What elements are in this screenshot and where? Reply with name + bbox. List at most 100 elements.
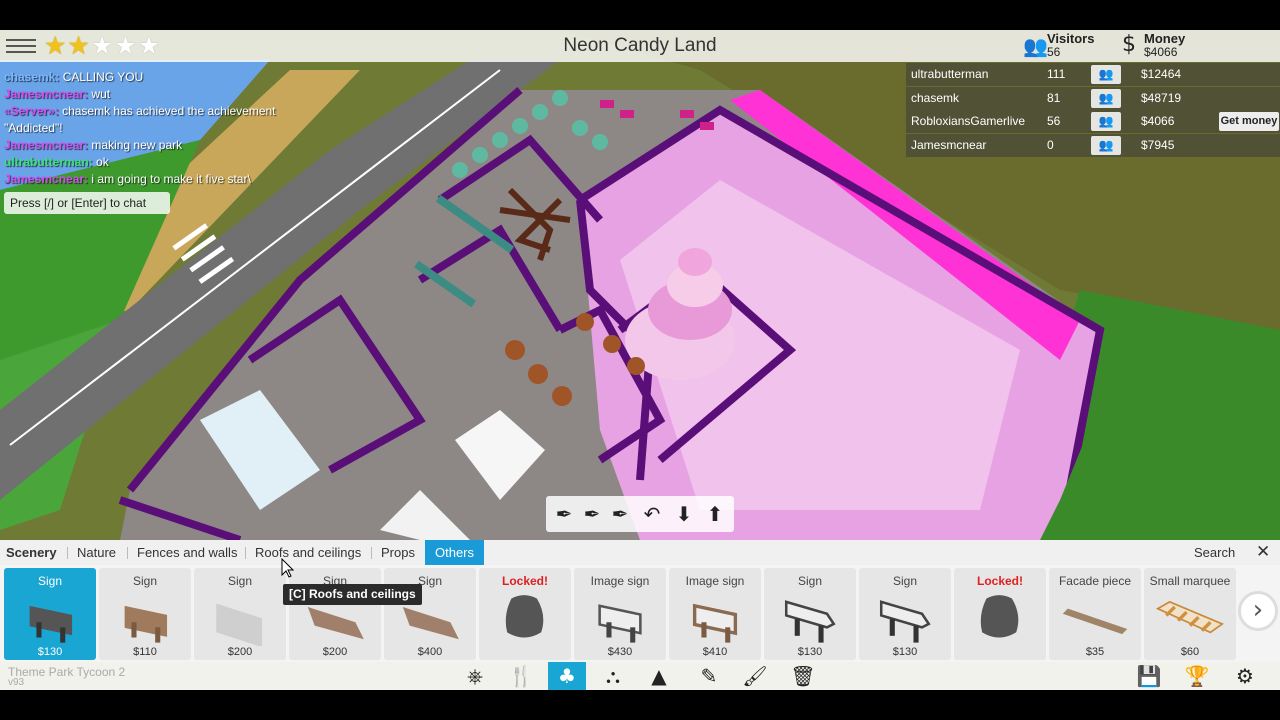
item-price: $130 bbox=[892, 646, 918, 658]
search-button[interactable]: Search bbox=[1194, 540, 1235, 565]
item-title: Sign bbox=[132, 574, 158, 588]
item-price: $130 bbox=[37, 646, 63, 658]
item-tile[interactable]: Sign $130 bbox=[764, 568, 856, 660]
player-name: Jamesmcnear bbox=[911, 137, 987, 152]
dollar-icon: $ bbox=[1122, 32, 1136, 57]
tent-icon[interactable]: ▲ bbox=[640, 662, 678, 690]
item-tile[interactable]: Sign $110 bbox=[99, 568, 191, 660]
player-name: ultrabutterman bbox=[911, 67, 989, 81]
top-bar: ★★★★★ Neon Candy Land 👥 Visitors 56 $ Mo… bbox=[0, 30, 1280, 62]
chat-text: CALLING YOU bbox=[62, 70, 144, 84]
sign-flat-thumbnail-icon bbox=[216, 603, 263, 646]
item-tile[interactable]: Sign $130 bbox=[859, 568, 951, 660]
item-tile[interactable]: Image sign $430 bbox=[574, 568, 666, 660]
chat-input-hint[interactable]: Press [/] or [Enter] to chat bbox=[4, 192, 170, 214]
item-title: Small marquee bbox=[1149, 574, 1231, 588]
bottom-toolbar: Theme Park Tycoon 2 v93 ⎈ 🍴 ♣ ⛬ ▲ ✎ 🖌 🗑 … bbox=[0, 662, 1280, 690]
chat-text: i am going to make it five star\ bbox=[91, 172, 251, 186]
item-price: $110 bbox=[133, 646, 157, 658]
player-money: $12464 bbox=[1141, 67, 1182, 81]
tab-scenery[interactable]: Scenery bbox=[6, 540, 57, 565]
food-icon[interactable]: 🍴 bbox=[502, 662, 540, 690]
item-tile[interactable]: Small marquee $60 bbox=[1144, 568, 1236, 660]
tab-props[interactable]: Props bbox=[381, 540, 415, 565]
player-level: 0 bbox=[1047, 137, 1054, 152]
tab-fences-and-walls[interactable]: Fences and walls bbox=[137, 540, 237, 565]
visitors-icon: 👥 bbox=[1023, 34, 1048, 58]
chat-text: ok bbox=[96, 155, 109, 169]
chat-log: chasemk: CALLING YOU Jamesmcnear: wut «Ser… bbox=[4, 69, 304, 188]
place-row-icon[interactable]: ✒ bbox=[606, 499, 634, 529]
item-price: $35 bbox=[1085, 646, 1105, 658]
eyedropper-icon[interactable]: ✎ bbox=[690, 662, 728, 690]
sign-arrow-thumbnail-icon bbox=[879, 600, 931, 643]
friend-icon[interactable]: 👥 bbox=[1091, 65, 1121, 84]
player-name: chasemk bbox=[911, 90, 960, 105]
item-title: Sign bbox=[797, 574, 823, 588]
item-tile[interactable]: Facade piece $35 bbox=[1049, 568, 1141, 660]
ferris-wheel-icon[interactable]: ⎈ bbox=[456, 662, 494, 690]
locked-item-tile[interactable]: Locked! bbox=[954, 568, 1046, 660]
undo-icon[interactable]: ↶ bbox=[638, 499, 666, 529]
chat-message: "Addicted"! bbox=[4, 120, 304, 137]
friend-icon[interactable]: 👥 bbox=[1091, 135, 1121, 155]
visitors-label: Visitors bbox=[1047, 31, 1095, 46]
trash-icon[interactable]: 🗑 bbox=[784, 662, 822, 690]
player-row[interactable]: chasemk 81 👥 $48719 bbox=[906, 86, 1280, 110]
chat-message: «Server»: chasemk has achieved the achie… bbox=[4, 103, 304, 120]
box-down-icon[interactable]: ⬇ bbox=[670, 499, 698, 529]
player-row[interactable]: Jamesmcnear 0 👥 $7945 bbox=[906, 133, 1280, 157]
placement-toolbar: ✒ ✒ ✒ ↶ ⬇ ⬆ bbox=[546, 496, 734, 532]
image-sign-thumbnail-icon bbox=[598, 604, 642, 643]
item-price: $130 bbox=[797, 646, 823, 658]
game-name: Theme Park Tycoon 2 bbox=[8, 665, 126, 679]
item-price: $430 bbox=[607, 646, 633, 658]
mouse-cursor-icon bbox=[281, 558, 295, 578]
box-up-icon[interactable]: ⬆ bbox=[701, 499, 729, 529]
item-tile[interactable]: Sign $130 bbox=[4, 568, 96, 660]
tab-divider bbox=[371, 547, 372, 559]
chat-sender: chasemk: bbox=[4, 70, 60, 84]
item-title: Image sign bbox=[685, 574, 745, 588]
money-label: Money bbox=[1144, 31, 1186, 46]
tab-nature[interactable]: Nature bbox=[77, 540, 116, 565]
category-tabs: Scenery Nature Fences and walls Roofs an… bbox=[0, 540, 1280, 565]
item-price: $400 bbox=[417, 646, 443, 658]
item-title: Image sign bbox=[590, 574, 650, 588]
item-tile[interactable]: Sign $200 bbox=[194, 568, 286, 660]
chat-sender: Jamesmcnear: bbox=[4, 138, 89, 152]
player-level: 56 bbox=[1047, 114, 1061, 128]
player-money: $7945 bbox=[1141, 137, 1175, 152]
place-multi-icon[interactable]: ✒ bbox=[578, 499, 606, 529]
tab-others[interactable]: Others bbox=[425, 540, 484, 565]
player-row[interactable]: RobloxiansGamerlive 56 👥 $4066 Get money bbox=[906, 110, 1280, 133]
place-single-icon[interactable]: ✒ bbox=[550, 499, 578, 529]
close-icon[interactable]: ✕ bbox=[1256, 541, 1270, 564]
save-icon[interactable]: 💾 bbox=[1130, 662, 1168, 690]
friend-icon[interactable]: 👥 bbox=[1091, 112, 1121, 131]
trophy-icon[interactable]: 🏆 bbox=[1178, 662, 1216, 690]
next-page-arrow-icon[interactable]: › bbox=[1238, 591, 1278, 631]
locked-item-tile[interactable]: Locked! bbox=[479, 568, 571, 660]
chat-message: chasemk: CALLING YOU bbox=[4, 69, 304, 86]
gear-icon[interactable]: ⚙ bbox=[1226, 662, 1264, 690]
friend-icon[interactable]: 👥 bbox=[1091, 88, 1121, 108]
chat-text: wut bbox=[91, 87, 111, 101]
player-money: $48719 bbox=[1141, 90, 1182, 105]
chat-sender: ultrabutterman: bbox=[4, 155, 93, 169]
player-money: $4066 bbox=[1141, 114, 1175, 128]
paintbrush-icon[interactable]: 🖌 bbox=[736, 662, 774, 690]
get-money-button[interactable]: Get money bbox=[1219, 112, 1279, 131]
item-tile[interactable]: Image sign $410 bbox=[669, 568, 761, 660]
player-list: ultrabutterman 111 👥 $12464 chasemk 81 👥 $48719… bbox=[906, 63, 1280, 157]
image-sign-wood-thumbnail-icon bbox=[692, 603, 738, 643]
item-tile[interactable]: Sign $400 bbox=[384, 568, 476, 660]
tab-divider bbox=[127, 547, 128, 559]
player-level: 111 bbox=[1047, 67, 1066, 81]
path-icon[interactable]: ⛬ bbox=[594, 662, 632, 690]
chat-message: Jamesmcnear: making new park bbox=[4, 137, 304, 154]
player-row[interactable]: ultrabutterman 111 👥 $12464 bbox=[906, 63, 1280, 86]
tree-icon[interactable]: ♣ bbox=[548, 662, 586, 690]
item-tile[interactable]: Sign $200 bbox=[289, 568, 381, 660]
tab-roofs-and-ceilings[interactable]: Roofs and ceilings bbox=[255, 540, 361, 565]
